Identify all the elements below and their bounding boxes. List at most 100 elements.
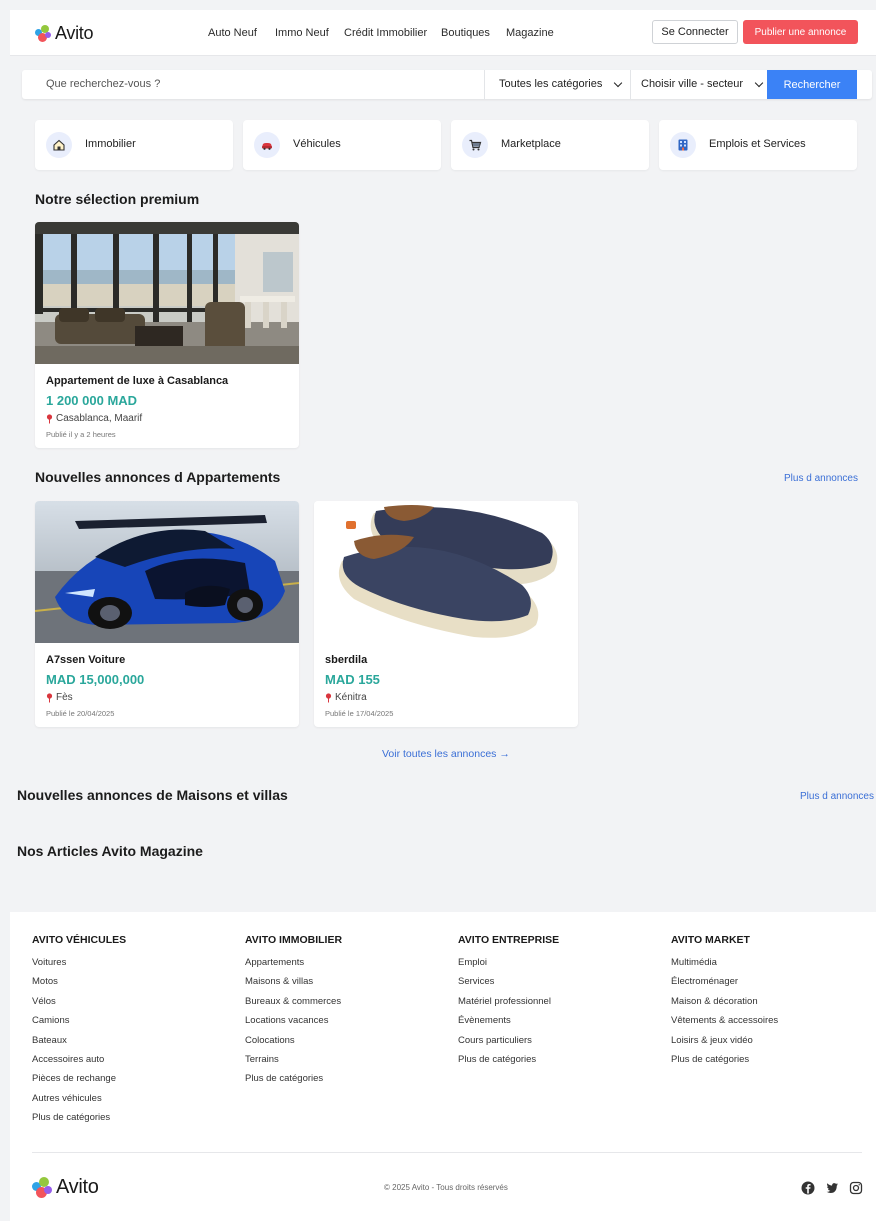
apartment-photo bbox=[35, 222, 299, 364]
footer-link[interactable]: Matériel professionnel bbox=[458, 996, 559, 1015]
nav-boutiques[interactable]: Boutiques bbox=[441, 27, 490, 39]
cart-icon bbox=[462, 132, 488, 158]
footer-link[interactable]: Appartements bbox=[245, 957, 342, 976]
logo-text: Avito bbox=[55, 23, 94, 43]
footer-link[interactable]: Plus de catégories bbox=[671, 1054, 778, 1073]
listing-title[interactable]: Appartement de luxe à Casablanca bbox=[46, 375, 228, 387]
footer-link[interactable]: Camions bbox=[32, 1015, 126, 1034]
footer-link[interactable]: Plus de catégories bbox=[245, 1073, 342, 1092]
listing-location: Casablanca, Maarif bbox=[46, 413, 142, 424]
location-text: Fès bbox=[56, 692, 73, 703]
footer-link[interactable]: Services bbox=[458, 976, 559, 995]
houses-more-link[interactable]: Plus d annonces bbox=[800, 791, 874, 802]
city-select[interactable]: Choisir ville - secteur bbox=[641, 78, 743, 90]
footer-link[interactable]: Motos bbox=[32, 976, 126, 995]
site-footer: AVITO VÉHICULES Voitures Motos Vélos Cam… bbox=[10, 912, 876, 1221]
listing-date: Publié le 20/04/2025 bbox=[46, 709, 115, 718]
chevron-down-icon bbox=[613, 78, 623, 88]
footer-link[interactable]: Loisirs & jeux vidéo bbox=[671, 1035, 778, 1054]
briefcase-icon bbox=[670, 132, 696, 158]
footer-link[interactable]: Bureaux & commerces bbox=[245, 996, 342, 1015]
car-photo bbox=[35, 501, 299, 643]
chevron-down-icon bbox=[754, 78, 764, 88]
house-icon bbox=[46, 132, 72, 158]
footer-column-title: AVITO ENTREPRISE bbox=[458, 934, 560, 946]
footer-divider bbox=[32, 1152, 862, 1153]
category-label: Emplois et Services bbox=[709, 138, 806, 150]
footer-column-entreprise: AVITO ENTREPRISE Emploi Services Matérie… bbox=[458, 934, 559, 1073]
footer-link[interactable]: Terrains bbox=[245, 1054, 342, 1073]
listing-price: MAD 15,000,000 bbox=[46, 672, 145, 687]
magazine-section-title: Nos Articles Avito Magazine bbox=[17, 843, 203, 859]
footer-column-vehicules: AVITO VÉHICULES Voitures Motos Vélos Cam… bbox=[32, 934, 126, 1132]
listing-price: 1 200 000 MAD bbox=[46, 393, 138, 408]
logo-text: Avito bbox=[56, 1176, 99, 1198]
footer-link[interactable]: Plus de catégories bbox=[32, 1112, 126, 1131]
location-pin-icon bbox=[325, 692, 332, 702]
publish-ad-button[interactable]: Publier une annonce bbox=[743, 20, 858, 44]
see-all-listings-link[interactable]: Voir toutes les annonces → bbox=[382, 748, 510, 760]
category-label: Immobilier bbox=[85, 138, 136, 150]
copyright-text: © 2025 Avito - Tous droits réservés bbox=[384, 1183, 508, 1192]
login-button[interactable]: Se Connecter bbox=[652, 20, 738, 44]
shoes-photo bbox=[314, 501, 578, 643]
footer-link[interactable]: Électroménager bbox=[671, 976, 778, 995]
category-select[interactable]: Toutes les catégories bbox=[499, 78, 602, 90]
listing-location: Fès bbox=[46, 692, 73, 703]
footer-link[interactable]: Voitures bbox=[32, 957, 126, 976]
footer-link[interactable]: Vêtements & accessoires bbox=[671, 1015, 778, 1034]
footer-column-title: AVITO MARKET bbox=[671, 934, 750, 946]
footer-column-title: AVITO VÉHICULES bbox=[32, 934, 127, 946]
footer-link[interactable]: Maison & décoration bbox=[671, 996, 778, 1015]
footer-link[interactable]: Locations vacances bbox=[245, 1015, 342, 1034]
footer-link[interactable]: Plus de catégories bbox=[458, 1054, 559, 1073]
footer-link[interactable]: Emploi bbox=[458, 957, 559, 976]
avito-logo-icon bbox=[32, 1177, 52, 1198]
car-icon bbox=[254, 132, 280, 158]
category-label: Marketplace bbox=[501, 138, 561, 150]
footer-link[interactable]: Colocations bbox=[245, 1035, 342, 1054]
avito-logo[interactable]: Avito bbox=[35, 23, 94, 44]
search-divider bbox=[484, 70, 485, 99]
footer-link[interactable]: Pièces de rechange bbox=[32, 1073, 126, 1092]
category-label: Véhicules bbox=[293, 138, 341, 150]
avito-logo-icon bbox=[35, 25, 51, 42]
nav-magazine[interactable]: Magazine bbox=[506, 27, 554, 39]
listing-price: MAD 155 bbox=[325, 672, 380, 687]
footer-link[interactable]: Évènements bbox=[458, 1015, 559, 1034]
listing-card[interactable]: Appartement de luxe à Casablanca 1 200 0… bbox=[35, 222, 299, 448]
footer-link[interactable]: Multimédia bbox=[671, 957, 778, 976]
footer-link[interactable]: Accessoires auto bbox=[32, 1054, 126, 1073]
facebook-icon[interactable] bbox=[801, 1181, 815, 1195]
listing-location: Kénitra bbox=[325, 692, 367, 703]
footer-link[interactable]: Autres véhicules bbox=[32, 1093, 126, 1112]
twitter-icon[interactable] bbox=[825, 1181, 839, 1195]
search-button[interactable]: Rechercher bbox=[767, 70, 857, 99]
category-emplois-services[interactable]: Emplois et Services bbox=[659, 120, 857, 170]
search-input[interactable]: Que recherchez-vous ? bbox=[46, 78, 160, 90]
footer-link[interactable]: Vélos bbox=[32, 996, 126, 1015]
footer-link[interactable]: Maisons & villas bbox=[245, 976, 342, 995]
category-marketplace[interactable]: Marketplace bbox=[451, 120, 649, 170]
listing-title[interactable]: sberdila bbox=[325, 654, 367, 666]
footer-link[interactable]: Bateaux bbox=[32, 1035, 126, 1054]
footer-column-immobilier: AVITO IMMOBILIER Appartements Maisons & … bbox=[245, 934, 342, 1093]
listing-title[interactable]: A7ssen Voiture bbox=[46, 654, 125, 666]
apartments-section-title: Nouvelles annonces d Appartements bbox=[35, 469, 281, 485]
nav-auto-neuf[interactable]: Auto Neuf bbox=[208, 27, 257, 39]
nav-immo-neuf[interactable]: Immo Neuf bbox=[275, 27, 329, 39]
listing-card[interactable]: A7ssen Voiture MAD 15,000,000 Fès Publié… bbox=[35, 501, 299, 727]
listing-card[interactable]: sberdila MAD 155 Kénitra Publié le 17/04… bbox=[314, 501, 578, 727]
location-pin-icon bbox=[46, 413, 53, 423]
footer-column-title: AVITO IMMOBILIER bbox=[245, 934, 343, 946]
houses-section-title: Nouvelles annonces de Maisons et villas bbox=[17, 787, 288, 803]
footer-avito-logo[interactable]: Avito bbox=[32, 1176, 99, 1199]
category-immobilier[interactable]: Immobilier bbox=[35, 120, 233, 170]
instagram-icon[interactable] bbox=[849, 1181, 863, 1195]
apartments-more-link[interactable]: Plus d annonces bbox=[784, 473, 858, 484]
location-pin-icon bbox=[46, 692, 53, 702]
nav-credit-immobilier[interactable]: Crédit Immobilier bbox=[344, 27, 427, 39]
footer-link[interactable]: Cours particuliers bbox=[458, 1035, 559, 1054]
top-header: Avito Auto Neuf Immo Neuf Crédit Immobil… bbox=[10, 10, 876, 56]
category-vehicules[interactable]: Véhicules bbox=[243, 120, 441, 170]
